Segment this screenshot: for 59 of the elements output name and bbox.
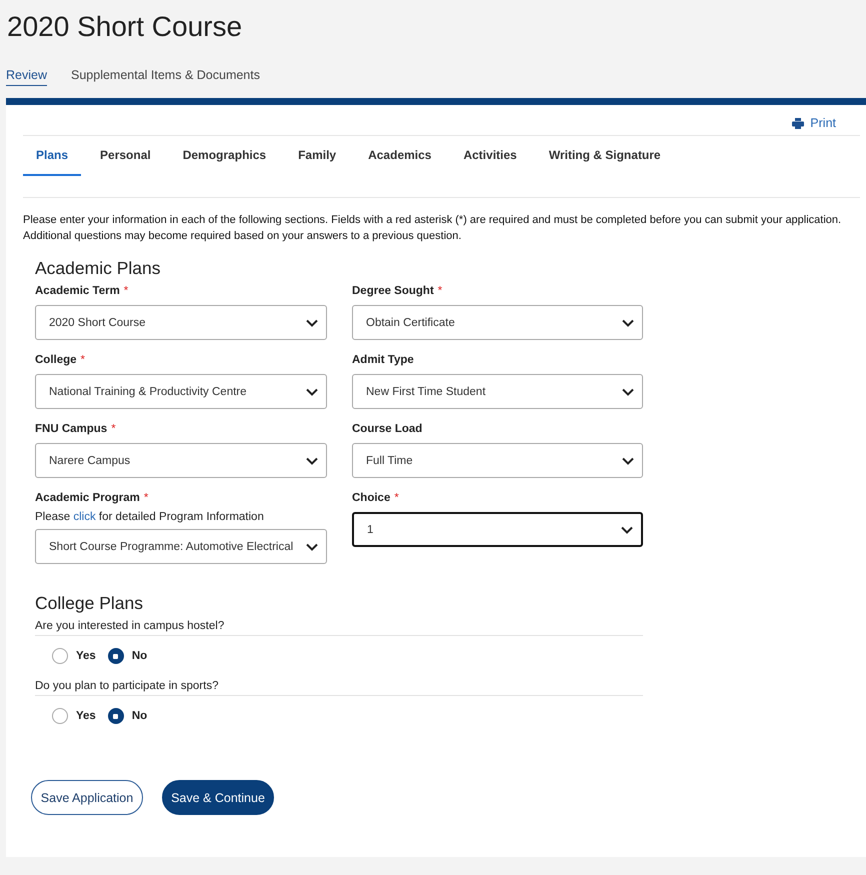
- dropdown-field[interactable]: 1: [352, 512, 643, 547]
- field-label: FNU Campus: [35, 423, 108, 435]
- radio-button[interactable]: [108, 708, 124, 724]
- required-asterisk: *: [438, 285, 442, 297]
- section-tab[interactable]: Writing & Signature: [536, 148, 674, 174]
- radio-label: No: [132, 650, 148, 662]
- printer-icon: [792, 118, 804, 128]
- section-tab[interactable]: Plans: [23, 148, 82, 176]
- field-label: Academic Program: [35, 492, 140, 504]
- page-title: 2020 Short Course: [6, 10, 244, 44]
- radio-label: No: [132, 710, 148, 722]
- radio-label: Yes: [76, 710, 96, 722]
- section-tab[interactable]: Family: [285, 148, 350, 174]
- radio-button[interactable]: [108, 648, 124, 664]
- section-tab[interactable]: Demographics: [170, 148, 280, 174]
- question-text: Are you interested in campus hostel?: [35, 620, 643, 636]
- section-tab[interactable]: Academics: [355, 148, 444, 174]
- required-asterisk: *: [124, 285, 128, 297]
- chevron-down-icon: [622, 456, 634, 464]
- chevron-down-icon: [622, 318, 634, 326]
- chevron-down-icon: [306, 318, 318, 326]
- page-tab[interactable]: Supplemental Items & Documents: [71, 68, 260, 85]
- dropdown-field[interactable]: National Training & Productivity Centre: [35, 374, 327, 409]
- dropdown-field[interactable]: Obtain Certificate: [352, 305, 643, 340]
- instructions-text: Please enter your information in each of the following sections. Fields with a red asterisk (*) are required and must be completed before you can submit your application. Additional questions may become required based on your answers to a previous question.: [23, 213, 842, 244]
- section-tab[interactable]: Personal: [87, 148, 164, 174]
- section-heading: College Plans: [35, 593, 144, 614]
- chevron-down-icon: [306, 456, 318, 464]
- chevron-down-icon: [306, 542, 318, 550]
- required-asterisk: *: [80, 354, 86, 366]
- dropdown-field[interactable]: Short Course Programme: Automotive Electrical: [35, 529, 327, 564]
- radio-label: Yes: [76, 650, 96, 662]
- dropdown-field[interactable]: New First Time Student: [352, 374, 643, 409]
- field-label: Degree Sought: [352, 285, 434, 297]
- field-label: Academic Term: [35, 285, 120, 297]
- required-asterisk: *: [394, 492, 399, 504]
- field-label: Course Load: [352, 423, 422, 435]
- dropdown-field[interactable]: 2020 Short Course: [35, 305, 327, 340]
- info-link[interactable]: click: [73, 511, 96, 523]
- section-tab[interactable]: Activities: [450, 148, 530, 174]
- field-label: College: [35, 354, 77, 366]
- print-link[interactable]: Print: [792, 115, 836, 131]
- chevron-down-icon: [306, 388, 318, 396]
- chevron-down-icon: [622, 388, 634, 396]
- save-continue-button[interactable]: Save & Continue: [162, 780, 274, 815]
- save-button[interactable]: Save Application: [31, 780, 143, 815]
- section-heading: Academic Plans: [35, 258, 162, 279]
- chevron-down-icon: [621, 526, 633, 534]
- dropdown-field[interactable]: Full Time: [352, 443, 643, 478]
- help-text: Please click for detailed Program Information: [35, 511, 265, 523]
- question-text: Do you plan to participate in sports?: [35, 680, 643, 696]
- field-label: Admit Type: [352, 354, 414, 366]
- field-label: Choice: [352, 492, 390, 504]
- dropdown-field[interactable]: Narere Campus: [35, 443, 327, 478]
- required-asterisk: *: [111, 423, 116, 435]
- required-asterisk: *: [144, 492, 148, 504]
- radio-button[interactable]: [52, 708, 68, 724]
- radio-button[interactable]: [52, 648, 68, 664]
- page-tab[interactable]: Review: [6, 68, 47, 86]
